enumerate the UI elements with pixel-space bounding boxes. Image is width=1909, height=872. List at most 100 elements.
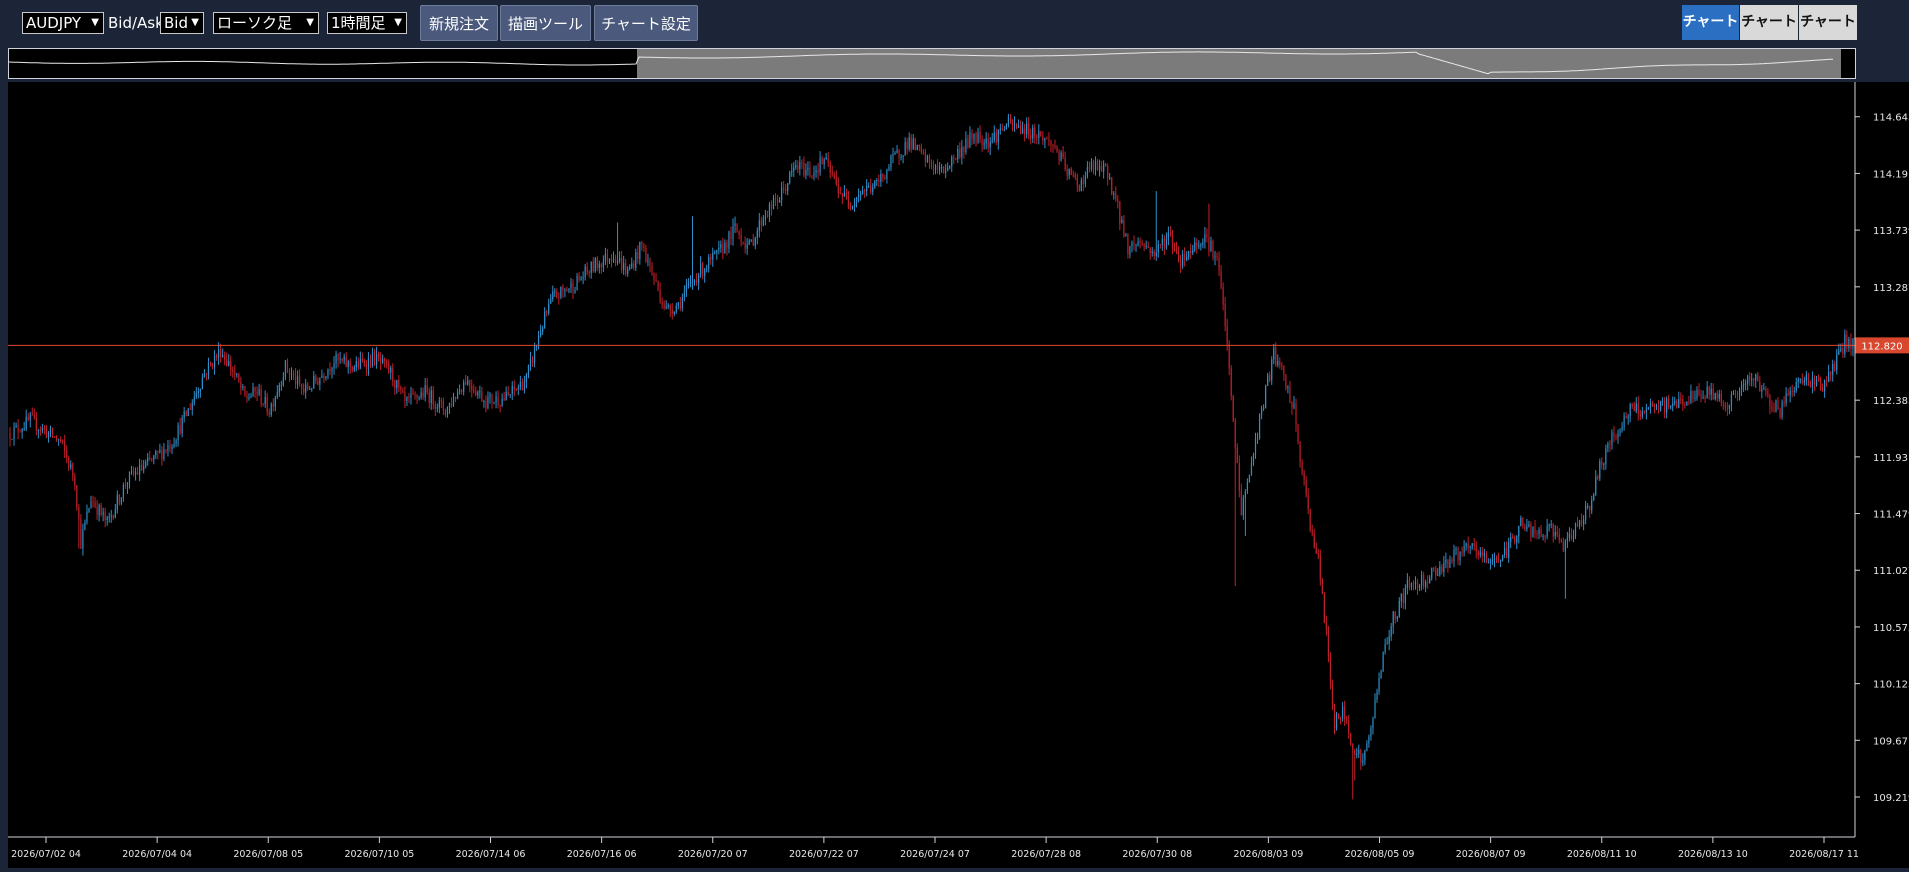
candle-body [1609, 443, 1611, 445]
candle-body [1572, 535, 1575, 539]
candle [519, 375, 521, 391]
candle-body [768, 203, 771, 217]
candle-body [1107, 165, 1109, 179]
candle-body [677, 302, 679, 306]
candle [130, 465, 133, 475]
candle [1013, 116, 1016, 132]
candle [1745, 379, 1747, 391]
candle-body [414, 393, 416, 395]
candle-body [947, 167, 949, 171]
candle-body [1819, 381, 1822, 388]
candle [351, 365, 353, 373]
candle [920, 143, 922, 155]
candle [1514, 535, 1516, 545]
candle [1167, 226, 1170, 246]
candle-body [1040, 131, 1042, 137]
tab-chart-1[interactable]: チャート1 [1682, 5, 1739, 65]
candle [1192, 244, 1194, 256]
candle-body [1828, 372, 1830, 382]
price-chart[interactable]: 112.820114.643114.191113.739113.287112.3… [8, 82, 1909, 868]
candle-body [969, 132, 971, 148]
chart-settings-button[interactable]: チャート設定 [594, 5, 698, 41]
candle-body [949, 166, 951, 168]
candle [114, 504, 116, 519]
candle-body [35, 417, 37, 431]
chart-type-select[interactable]: ローソク足 ▼ [213, 12, 319, 34]
candle [141, 459, 143, 472]
candle-body [400, 387, 402, 390]
candle-body [876, 179, 878, 181]
candle-body [795, 165, 797, 168]
candle-body [1625, 415, 1627, 419]
bidask-select[interactable]: Bid ▼ [160, 12, 204, 34]
candle [452, 392, 455, 407]
candle [1182, 249, 1184, 269]
candle-body [1728, 404, 1731, 409]
candle [1005, 123, 1008, 130]
range-navigator[interactable] [8, 48, 1856, 79]
candle-body [155, 451, 157, 456]
candle-body [853, 201, 856, 207]
candle [487, 391, 489, 410]
candle [1526, 518, 1528, 532]
candle-body [1443, 563, 1445, 573]
candle [859, 191, 862, 201]
candle-body [1700, 394, 1702, 399]
candle [1501, 554, 1504, 562]
y-tick-label: 111.479 [1873, 510, 1909, 521]
candle-body [373, 352, 376, 364]
candle-body [548, 303, 550, 313]
candle-body [1335, 713, 1338, 729]
candle [1200, 242, 1202, 251]
candle-body [1755, 374, 1757, 381]
candle [938, 161, 941, 175]
candle-body [1641, 411, 1643, 417]
candle-body [993, 132, 995, 140]
candle-body [94, 502, 96, 508]
candle [592, 257, 594, 273]
candle-body [408, 396, 410, 398]
candle [1522, 516, 1524, 529]
candle [1826, 376, 1828, 387]
timeframe-select[interactable]: 1時間足 ▼ [327, 12, 407, 34]
candle [556, 288, 558, 299]
tab-chart-2[interactable]: チャート2 [1740, 5, 1798, 65]
candle [951, 155, 953, 173]
candle [533, 342, 536, 368]
candle [1508, 537, 1510, 563]
candle [191, 399, 193, 416]
candle-body [523, 382, 526, 391]
candle [894, 151, 896, 155]
candle-body [572, 282, 574, 293]
drawing-tools-button[interactable]: 描画ツール [500, 5, 591, 41]
candle-body [716, 249, 718, 253]
symbol-select[interactable]: AUDJPY ▼ [22, 12, 104, 34]
candle [222, 348, 224, 358]
candle-body [1633, 406, 1635, 412]
candle [1414, 576, 1417, 590]
candle-body [1032, 127, 1034, 139]
candle [1489, 558, 1492, 570]
candle [1400, 593, 1402, 608]
candle [76, 484, 78, 511]
candle-body [1532, 526, 1534, 538]
candle-body [1751, 379, 1753, 381]
candle-body [722, 244, 724, 254]
new-order-button[interactable]: 新規注文 [420, 5, 498, 41]
candle-body [1811, 377, 1814, 388]
candle [242, 383, 244, 391]
candle [167, 439, 169, 457]
candle [27, 412, 29, 422]
candle [722, 237, 724, 260]
candle [444, 408, 447, 418]
candle-body [1745, 383, 1747, 385]
candle-body [685, 285, 688, 293]
candle [72, 462, 74, 482]
candle [1042, 131, 1044, 145]
candle [941, 163, 943, 173]
candle-body [1297, 424, 1299, 442]
candle-body [323, 375, 325, 379]
candle-body [1323, 594, 1325, 623]
tab-chart-3[interactable]: チャート3 [1799, 5, 1857, 65]
candle-body [58, 439, 60, 441]
